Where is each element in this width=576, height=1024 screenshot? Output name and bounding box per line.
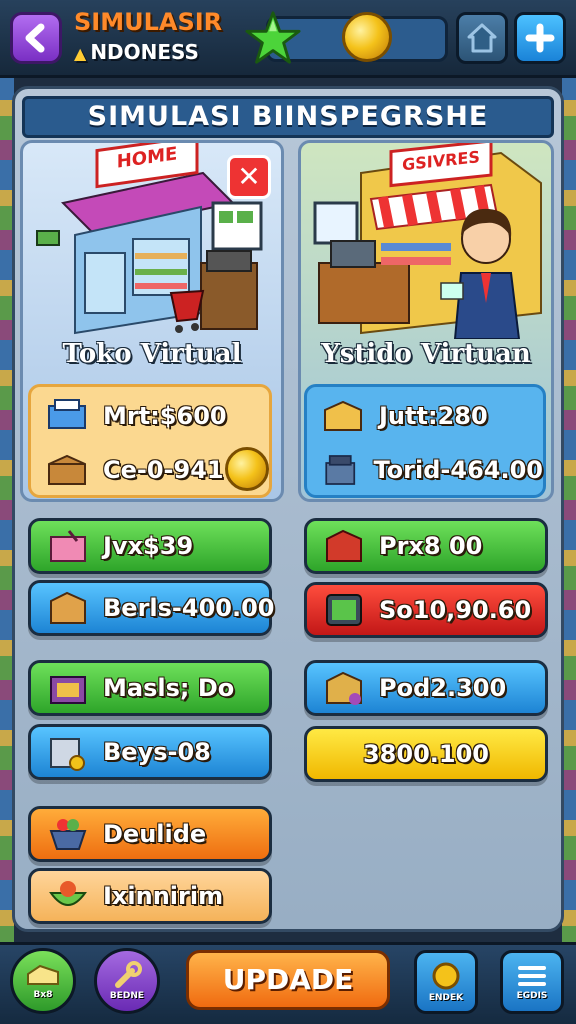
gift-icon — [50, 530, 86, 562]
app-subtitle: ▲ NDONESS — [74, 40, 199, 64]
register-icon — [325, 455, 356, 485]
stat-label: Ixinnirim — [103, 882, 224, 910]
stat-label: Pod2.300 — [379, 674, 507, 702]
close-button[interactable]: ✕ — [227, 155, 271, 199]
bottom-button-5[interactable]: EGDIS — [500, 950, 564, 1014]
tablet-icon — [326, 594, 362, 626]
info-right-row1: Jutt:280 — [379, 402, 488, 430]
crate-icon — [326, 529, 362, 562]
stat-button[interactable]: Prx8 00 — [304, 518, 548, 574]
app-subtitle-text: NDONESS — [90, 40, 199, 64]
register-icon — [50, 738, 85, 771]
package-icon — [326, 671, 362, 705]
bowl-icon — [49, 881, 87, 906]
basket-icon — [49, 819, 87, 850]
coin-icon — [225, 447, 269, 491]
stat-label: Deulide — [103, 820, 207, 848]
stat-button[interactable]: So10,90.60 — [304, 582, 548, 638]
shop-icon — [50, 676, 86, 704]
stat-button[interactable]: Jvx$39 — [28, 518, 272, 574]
close-icon: ✕ — [237, 160, 261, 193]
box-icon — [48, 454, 86, 485]
plus-icon — [525, 23, 555, 53]
star-icon — [245, 11, 301, 64]
stat-label: Prx8 00 — [379, 532, 483, 560]
stat-label: So10,90.60 — [379, 596, 532, 624]
bottom-button-1[interactable]: Bx8 — [10, 948, 76, 1014]
bottom-button-4-label: ENDEK — [428, 993, 464, 1003]
info-right-row2: Torid-464.00 — [373, 456, 544, 484]
box-icon — [324, 400, 362, 431]
stat-button[interactable]: Berls-400.00 — [28, 580, 275, 636]
bottom-button-4[interactable]: ENDEK — [414, 950, 478, 1014]
chevron-left-icon — [25, 23, 45, 53]
back-button[interactable] — [10, 12, 62, 64]
card-left-title: Toko Virtual — [62, 339, 242, 369]
stat-label: Berls-400.00 — [103, 594, 275, 622]
coin-icon — [432, 962, 460, 990]
info-panel-left: Mrt:$600 Ce-0-941 — [28, 384, 272, 498]
stat-label: 3800.100 — [362, 740, 489, 768]
stat-button[interactable]: Masls; Do — [28, 660, 272, 716]
wrench-icon — [115, 961, 142, 988]
coin-icon — [342, 12, 392, 62]
stat-label: Beys-08 — [103, 738, 211, 766]
stat-button[interactable]: Beys-08 — [28, 724, 272, 780]
stat-button[interactable]: Deulide — [28, 806, 272, 862]
bottom-button-2-label: BEDNE — [109, 991, 145, 1001]
printer-icon — [48, 399, 86, 429]
bottom-button-5-label: EGDIS — [516, 991, 548, 1001]
card-right-title: Ystido Virtuan — [321, 339, 531, 369]
shop-illustration: GSIVRES — [313, 143, 542, 339]
stat-button[interactable]: Ixinnirim — [28, 868, 272, 924]
stat-button[interactable]: 3800.100 — [304, 726, 548, 782]
bottom-button-2[interactable]: BEDNE — [94, 948, 160, 1014]
home-button[interactable] — [456, 12, 508, 64]
stat-button[interactable]: Pod2.300 — [304, 660, 548, 716]
menu-icon — [518, 966, 546, 986]
app-title: SIMULASIR — [74, 8, 223, 36]
side-decoration-right — [562, 70, 576, 954]
cheese-icon — [27, 964, 59, 985]
stat-label: Masls; Do — [103, 674, 235, 702]
stat-label: Jvx$39 — [103, 532, 194, 560]
info-panel-right: Jutt:280 Torid-464.00 — [304, 384, 546, 498]
update-button[interactable]: UPDADE — [186, 950, 390, 1010]
info-left-row1: Mrt:$600 — [103, 402, 227, 430]
info-left-row2: Ce-0-941 — [103, 456, 224, 484]
add-button[interactable] — [514, 12, 566, 64]
home-icon — [467, 23, 497, 53]
banner-title: SIMULASI BIINSPEGRSHE — [22, 96, 554, 138]
box-icon — [50, 591, 86, 624]
bottom-button-1-label: Bx8 — [33, 990, 53, 1000]
